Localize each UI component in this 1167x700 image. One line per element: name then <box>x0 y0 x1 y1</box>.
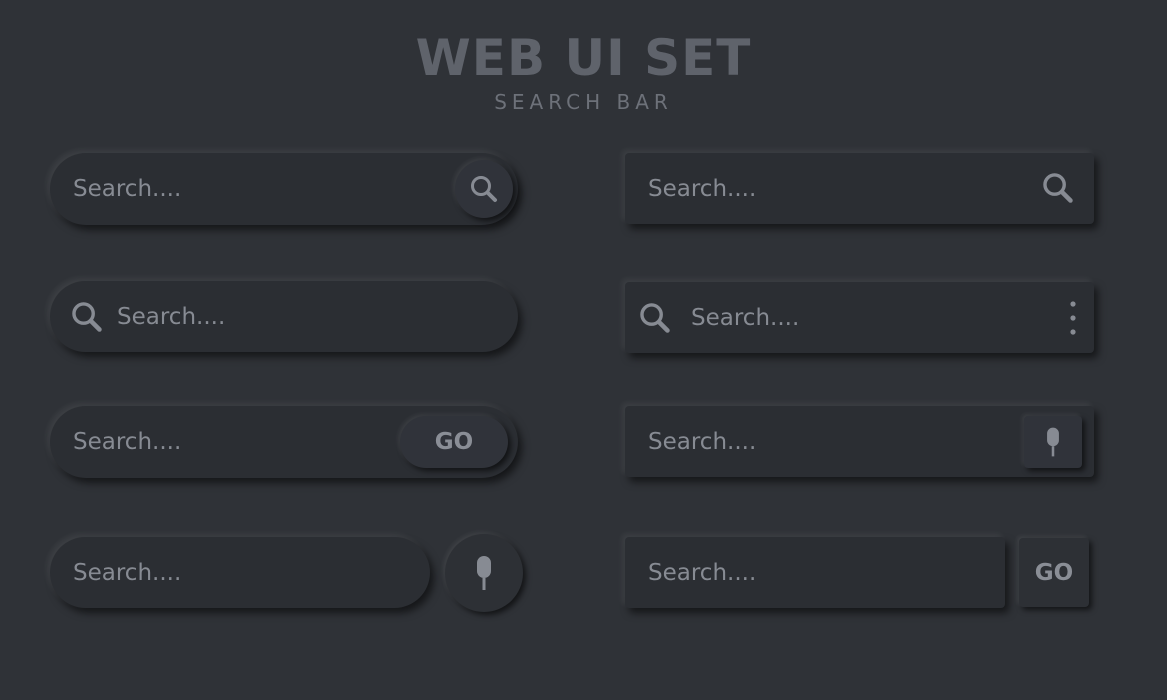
search-bar-right-2[interactable]: Search.... <box>625 282 1094 353</box>
search-icon <box>469 174 499 204</box>
search-bar-left-2[interactable]: Search.... <box>50 281 518 352</box>
search-icon[interactable] <box>1041 171 1075 205</box>
search-input[interactable]: Search.... <box>691 282 799 353</box>
go-button[interactable]: GO <box>1019 538 1089 607</box>
search-bar-right-4[interactable]: Search.... <box>625 537 1005 608</box>
search-icon <box>638 301 672 335</box>
search-bar-left-1[interactable]: Search.... <box>50 153 518 225</box>
search-input[interactable]: Search.... <box>648 406 756 477</box>
search-icon <box>70 300 104 334</box>
search-input[interactable]: Search.... <box>648 537 756 608</box>
go-button[interactable]: GO <box>400 416 508 468</box>
voice-search-button[interactable] <box>1024 416 1082 468</box>
search-bar-right-1[interactable]: Search.... <box>625 153 1094 224</box>
search-bar-left-4[interactable]: Search.... <box>50 537 430 608</box>
voice-search-button[interactable] <box>445 534 523 612</box>
kebab-menu-icon[interactable] <box>1065 298 1081 338</box>
microphone-icon <box>471 554 497 592</box>
search-input[interactable]: Search.... <box>648 153 756 224</box>
search-input[interactable]: Search.... <box>73 537 181 608</box>
search-bar-left-3[interactable]: Search.... GO <box>50 406 518 478</box>
page-subtitle: SEARCH BAR <box>494 90 673 114</box>
page-title: WEB UI SET <box>415 29 752 87</box>
search-button[interactable] <box>455 160 513 218</box>
search-bar-right-3[interactable]: Search.... <box>625 406 1094 477</box>
microphone-icon <box>1042 424 1064 460</box>
search-input[interactable]: Search.... <box>73 406 181 478</box>
search-input[interactable]: Search.... <box>117 281 225 352</box>
search-input[interactable]: Search.... <box>73 153 181 225</box>
